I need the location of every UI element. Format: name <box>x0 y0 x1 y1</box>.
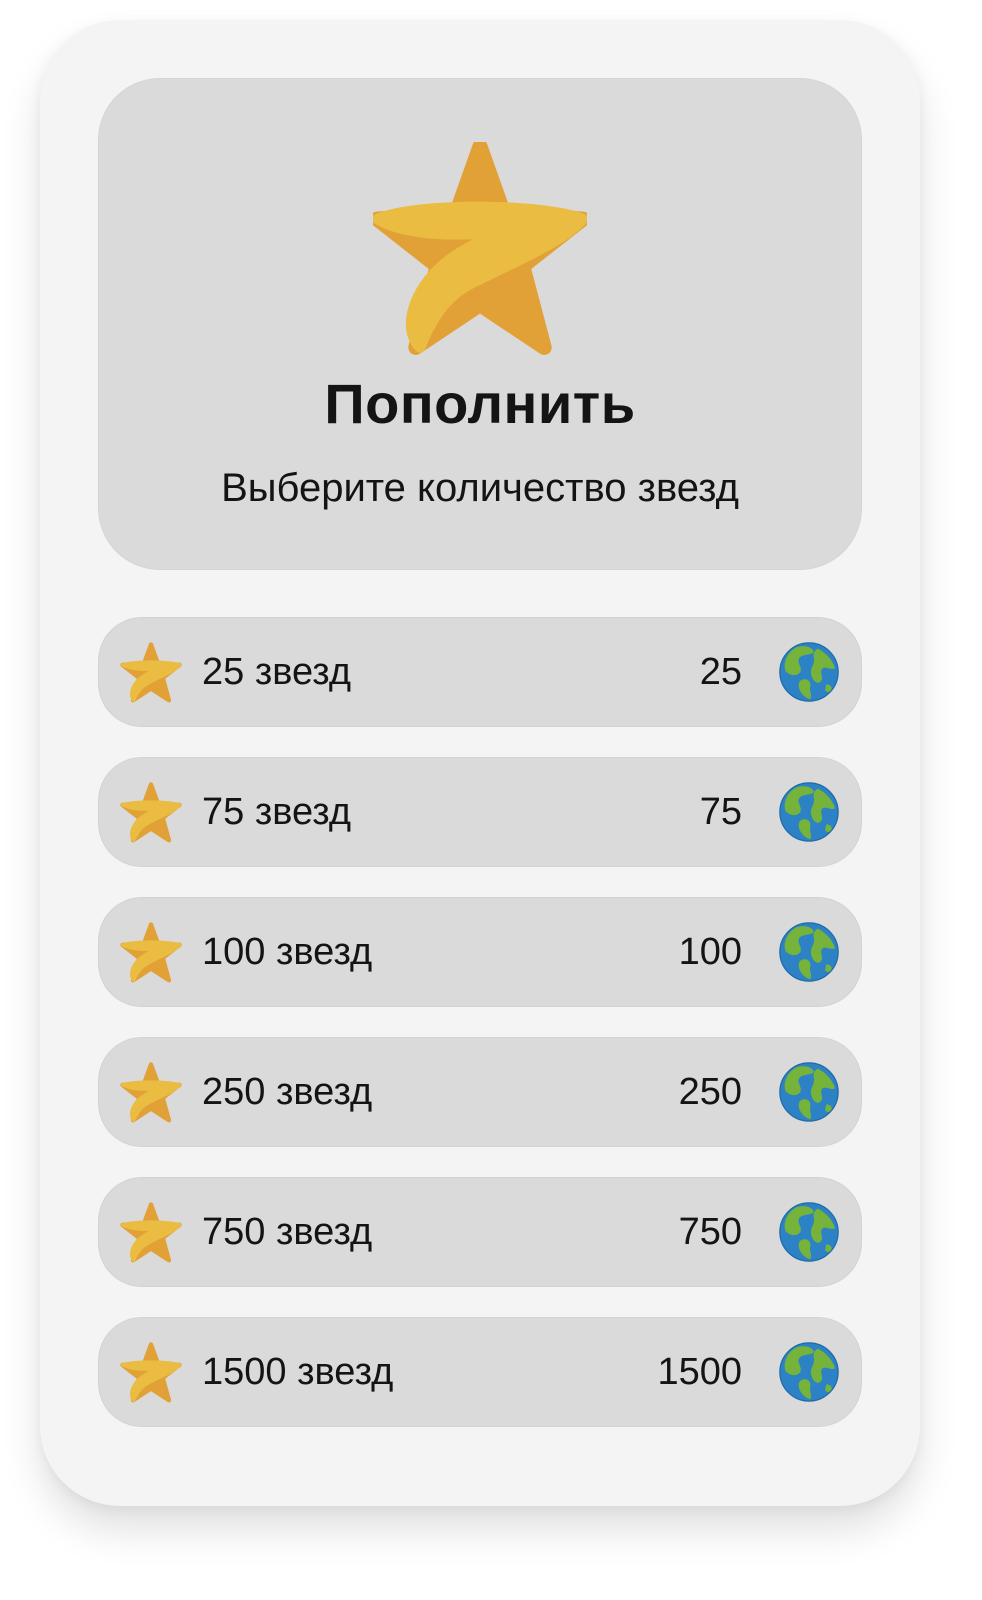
star-icon <box>120 642 182 703</box>
star-package-price: 1500 <box>657 1351 742 1393</box>
star-package-price: 75 <box>699 791 742 833</box>
star-icon <box>120 1202 182 1263</box>
star-package-price: 750 <box>678 1211 742 1253</box>
globe-icon <box>779 642 839 702</box>
star-icon <box>373 142 587 355</box>
page-subtitle: Выберите количество звезд <box>221 466 739 510</box>
globe-icon <box>779 1202 839 1262</box>
globe-icon <box>779 922 839 982</box>
star-package-option[interactable]: 750 звезд 750 <box>98 1177 862 1287</box>
star-package-option[interactable]: 100 звезд 100 <box>98 897 862 1007</box>
star-package-label: 1500 звезд <box>202 1351 394 1393</box>
star-package-price: 25 <box>699 651 742 693</box>
star-package-option[interactable]: 75 звезд 75 <box>98 757 862 867</box>
star-package-label: 100 звезд <box>202 931 373 973</box>
top-up-header-card: Пополнить Выберите количество звезд <box>98 78 862 570</box>
page-title: Пополнить <box>324 372 636 435</box>
top-up-panel: Пополнить Выберите количество звезд 25 з… <box>40 20 920 1506</box>
star-package-price: 250 <box>678 1071 742 1113</box>
star-package-list: 25 звезд 25 75 звезд 75 100 звезд 100 25… <box>98 617 862 1457</box>
star-package-label: 25 звезд <box>202 651 352 693</box>
globe-icon <box>779 1062 839 1122</box>
star-package-option[interactable]: 250 звезд 250 <box>98 1037 862 1147</box>
star-icon <box>120 922 182 983</box>
star-icon <box>120 782 182 843</box>
star-package-price: 100 <box>678 931 742 973</box>
star-package-option[interactable]: 1500 звезд 1500 <box>98 1317 862 1427</box>
globe-icon <box>779 782 839 842</box>
star-package-option[interactable]: 25 звезд 25 <box>98 617 862 727</box>
globe-icon <box>779 1342 839 1402</box>
star-icon <box>120 1342 182 1403</box>
star-package-label: 750 звезд <box>202 1211 373 1253</box>
star-icon <box>120 1062 182 1123</box>
star-package-label: 75 звезд <box>202 791 352 833</box>
star-package-label: 250 звезд <box>202 1071 373 1113</box>
